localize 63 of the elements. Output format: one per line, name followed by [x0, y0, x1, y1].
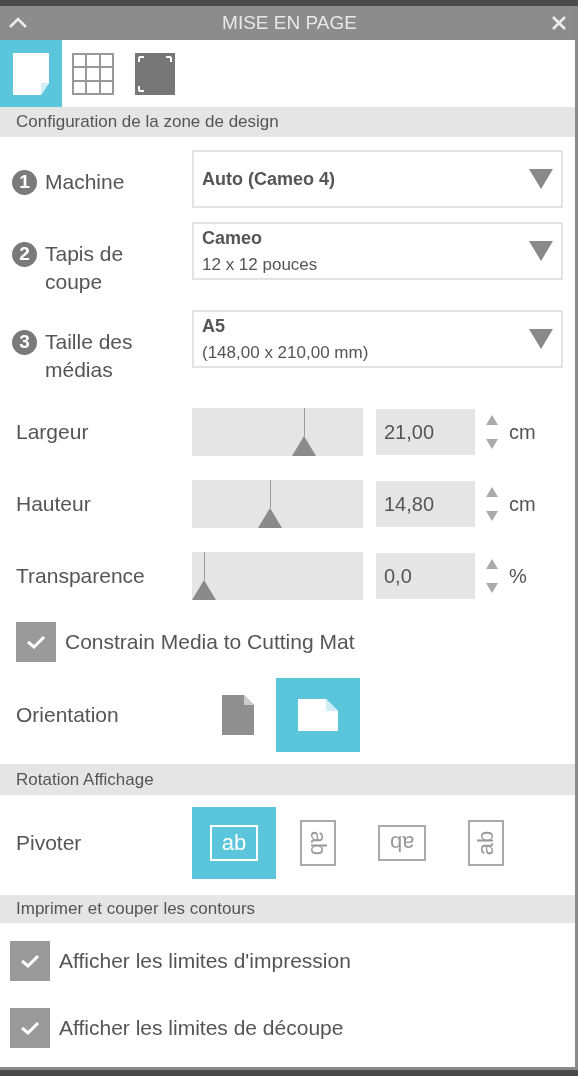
- dropdown-caret-icon: [529, 329, 553, 349]
- landscape-page-icon: [298, 699, 338, 731]
- dropdown-value: Cameo: [202, 226, 264, 250]
- spinner-icon[interactable]: [485, 557, 499, 595]
- unit-label: cm: [509, 420, 536, 445]
- portrait-page-icon: [222, 695, 254, 735]
- dropdown-caret-icon: [529, 169, 553, 189]
- slider-track[interactable]: [192, 408, 363, 456]
- rotated-text: ab: [221, 832, 247, 854]
- step-number-badge: 1: [12, 170, 37, 195]
- rotated-text: ab: [307, 830, 329, 856]
- slider-thumb[interactable]: [291, 436, 316, 456]
- spinner-icon[interactable]: [485, 413, 499, 451]
- field-label: Transparence: [16, 563, 146, 590]
- slider-track[interactable]: [192, 552, 363, 600]
- field-label: Orientation: [16, 702, 120, 729]
- rotated-text: ab: [475, 830, 497, 856]
- grid-icon: [72, 52, 114, 95]
- dropdown[interactable]: A5 (148,00 x 210,00 mm): [192, 310, 563, 368]
- section-header: Configuration de la zone de design: [0, 107, 575, 137]
- step-number-badge: 2: [12, 242, 37, 267]
- checkmark-icon: [26, 634, 46, 650]
- checkbox-label: Afficher les limites de découpe: [59, 1015, 344, 1042]
- slider-thumb[interactable]: [192, 580, 216, 600]
- dropdown-detail: (148,00 x 210,00 mm): [202, 341, 370, 364]
- number-field[interactable]: 14,80: [376, 481, 475, 527]
- checkbox-label: Constrain Media to Cutting Mat: [65, 629, 355, 656]
- checkbox[interactable]: [10, 1008, 50, 1048]
- window-title: MISE EN PAGE: [221, 10, 358, 35]
- number-field[interactable]: 21,00: [376, 409, 475, 455]
- checkmark-icon: [20, 953, 40, 969]
- field-label: Pivoter: [16, 830, 83, 857]
- collapse-chevron-icon[interactable]: [8, 17, 28, 29]
- dropdown-caret-icon: [529, 241, 553, 261]
- field-label: Machine: [45, 169, 126, 195]
- field-label: Largeur: [16, 419, 90, 446]
- section-header: Imprimer et couper les contours: [0, 895, 575, 923]
- orientation-option[interactable]: [276, 678, 360, 752]
- checkbox[interactable]: [10, 941, 50, 981]
- dropdown-detail: 12 x 12 pouces: [202, 253, 319, 276]
- page-icon: [13, 52, 49, 95]
- dropdown-value: A5: [202, 314, 226, 338]
- section-header: Rotation Affichage: [0, 764, 575, 795]
- rotated-text: ab: [389, 832, 415, 854]
- field-label: Taille des médias: [45, 329, 134, 383]
- frame-icon: [135, 52, 175, 95]
- number-field[interactable]: 0,0: [376, 553, 475, 599]
- checkmark-icon: [20, 1020, 40, 1036]
- unit-label: %: [509, 564, 527, 589]
- dropdown[interactable]: Auto (Cameo 4): [192, 150, 563, 208]
- slider-track[interactable]: [192, 480, 363, 528]
- spinner-icon[interactable]: [485, 485, 499, 523]
- checkbox-label: Afficher les limites d'impression: [59, 948, 351, 975]
- dropdown-value: Auto (Cameo 4): [202, 167, 336, 191]
- tab[interactable]: [0, 40, 62, 107]
- unit-label: cm: [509, 492, 536, 517]
- field-label: Hauteur: [16, 491, 92, 518]
- field-label: Tapis de coupe: [45, 241, 125, 295]
- dropdown[interactable]: Cameo 12 x 12 pouces: [192, 222, 563, 280]
- checkbox[interactable]: [16, 622, 56, 662]
- close-icon[interactable]: [551, 15, 567, 31]
- slider-thumb[interactable]: [258, 508, 283, 528]
- step-number-badge: 3: [12, 330, 37, 355]
